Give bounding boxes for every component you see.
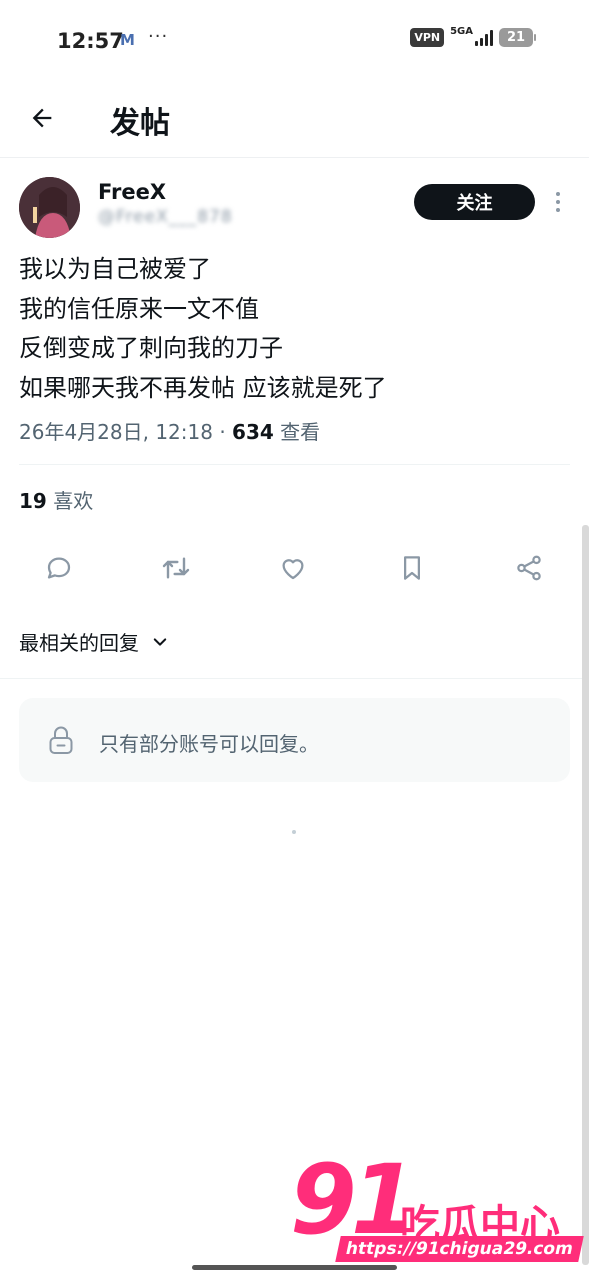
post-action-bar [0, 548, 589, 592]
post-timestamp: 26年4月28日, 12:18 · [19, 420, 233, 444]
vpn-badge: VPN [410, 28, 445, 47]
signal-icon [475, 29, 493, 46]
author-handle[interactable]: @FreeX___878 [98, 207, 233, 227]
likes-count: 19 [19, 489, 47, 513]
reply-restriction-notice: 只有部分账号可以回复。 [19, 698, 570, 782]
follow-button[interactable]: 关注 [414, 184, 535, 220]
reply-restriction-text: 只有部分账号可以回复。 [99, 732, 319, 756]
scrollbar[interactable] [582, 525, 589, 1265]
status-time: 12:57 [57, 29, 124, 53]
avatar-image [19, 177, 80, 238]
reply-sort-label: 最相关的回复 [19, 631, 139, 655]
views-count[interactable]: 634 [232, 420, 274, 444]
status-indicators: VPN 5GA 21 [410, 25, 536, 47]
share-icon[interactable] [509, 548, 549, 588]
avatar[interactable] [19, 177, 80, 238]
back-button[interactable] [24, 100, 60, 136]
views-label[interactable]: 查看 [274, 420, 320, 444]
retweet-icon[interactable] [156, 548, 196, 588]
post-meta: 26年4月28日, 12:18 · 634 查看 [19, 416, 320, 445]
likes-summary[interactable]: 19 喜欢 [19, 485, 93, 514]
arrow-left-icon [32, 108, 52, 128]
author-name[interactable]: FreeX [98, 180, 166, 204]
page-title: 发帖 [110, 106, 170, 141]
home-indicator[interactable] [192, 1265, 397, 1270]
battery-icon: 21 [499, 28, 536, 47]
divider [0, 678, 589, 679]
mail-notification-icon: M [120, 31, 135, 49]
top-app-bar: 发帖 [0, 80, 589, 158]
chevron-down-icon [153, 637, 167, 646]
reply-icon[interactable] [39, 548, 79, 588]
watermark-logo: 91 吃瓜中心 https://91chigua29.com [290, 1144, 584, 1275]
like-icon[interactable] [273, 548, 313, 588]
lock-icon [49, 726, 73, 754]
post-line: 反倒变成了刺向我的刀子 [19, 334, 283, 362]
more-notifications-indicator: ··· [148, 26, 169, 47]
status-bar: 12:57 M ··· VPN 5GA 21 [0, 0, 589, 80]
loading-indicator [292, 830, 296, 834]
post-line: 我以为自己被爱了 [19, 255, 211, 283]
post-line: 如果哪天我不再发帖 应该就是死了 [19, 373, 387, 402]
network-type: 5GA [450, 25, 473, 37]
post-body: 我以为自己被爱了 我的信任原来一文不值 反倒变成了刺向我的刀子 如果哪天我不再发… [19, 250, 569, 408]
more-options-icon[interactable] [548, 188, 568, 216]
reply-sort-dropdown[interactable]: 最相关的回复 [19, 627, 169, 656]
post-line: 我的信任原来一文不值 [19, 294, 259, 323]
watermark-url: https://91chigua29.com [335, 1236, 584, 1262]
likes-label: 喜欢 [46, 489, 94, 513]
divider [19, 464, 570, 465]
watermark-number: 91 [290, 1144, 418, 1256]
bookmark-icon[interactable] [392, 548, 432, 588]
